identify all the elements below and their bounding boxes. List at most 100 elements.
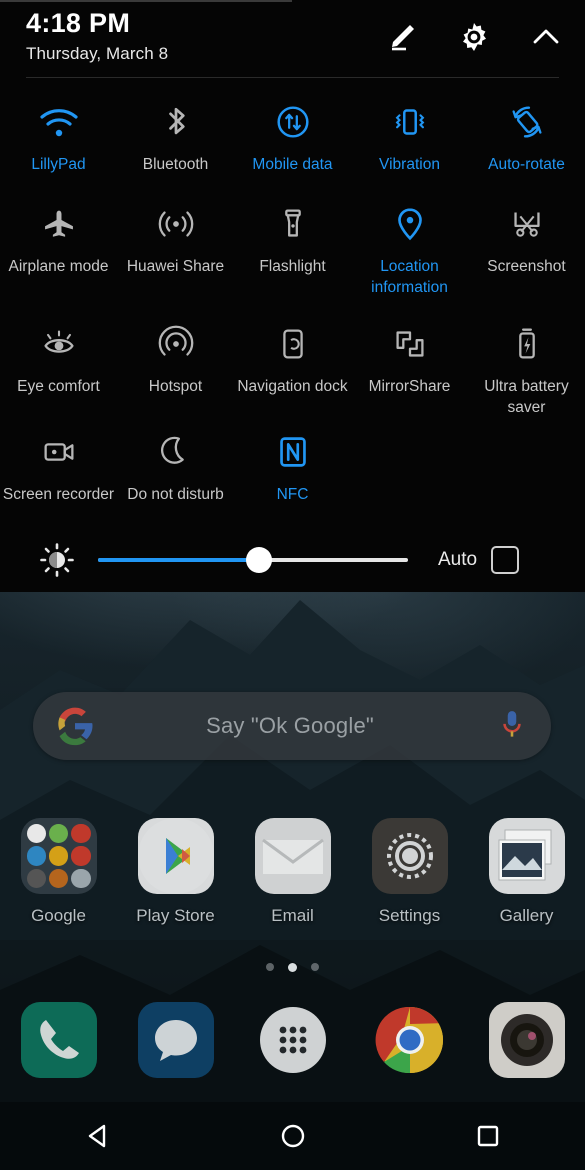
tile-label: Screenshot (487, 258, 566, 275)
screenshot-icon (506, 200, 548, 248)
tile-row: LillyPad Bluetooth Mobile data Vibration… (0, 92, 585, 194)
tile-row: Eye comfort Hotspot Navigation dock Mirr… (0, 314, 585, 422)
play-store-icon (137, 818, 214, 894)
tile-auto-rotate[interactable]: Auto-rotate (468, 92, 585, 194)
phone-screen: Say "Ok Google" Google Play Store Email … (0, 0, 585, 1170)
screen-recorder-icon (38, 428, 80, 476)
tile-eye-comfort[interactable]: Eye comfort (0, 314, 117, 422)
page-dot (266, 963, 274, 971)
bluetooth-icon (156, 98, 196, 146)
tile-huawei-share[interactable]: Huawei Share (117, 194, 234, 314)
google-search-bar[interactable]: Say "Ok Google" (33, 692, 551, 760)
tile-label: Huawei Share (126, 258, 225, 275)
navigation-bar (0, 1102, 585, 1170)
search-placeholder[interactable]: Say "Ok Google" (95, 713, 499, 739)
dock-item-chrome[interactable] (351, 1002, 468, 1078)
phone-icon (20, 1002, 97, 1078)
tile-label: Hotspot (148, 378, 203, 395)
tile-label: Auto-rotate (488, 156, 565, 173)
header-divider (26, 77, 559, 78)
app-icon-settings[interactable]: Settings (351, 818, 468, 926)
app-label: Play Store (136, 906, 215, 925)
navigation-dock-icon (272, 320, 314, 368)
brightness-row: Auto (0, 532, 585, 588)
tile-ultra-battery-saver[interactable]: Ultra battery saver (468, 314, 585, 422)
tile-screenshot[interactable]: Screenshot (468, 194, 585, 314)
page-dot-active (288, 963, 297, 972)
dock-item-phone[interactable] (0, 1002, 117, 1078)
tile-row: Screen recorder Do not disturb NFC (0, 422, 585, 530)
tile-nfc[interactable]: NFC (234, 422, 351, 530)
tile-label: Screen recorder (2, 486, 115, 503)
tile-location-information[interactable]: Location information (351, 194, 468, 314)
status-time: 4:18 PM (26, 8, 131, 38)
clock-block: 4:18 PM Thursday, March 8 (26, 8, 168, 64)
app-icon-gallery[interactable]: Gallery (468, 818, 585, 926)
auto-brightness-toggle[interactable]: Auto (438, 546, 520, 574)
tile-screen-recorder[interactable]: Screen recorder (0, 422, 117, 530)
messages-icon (137, 1002, 214, 1078)
page-indicator (0, 963, 585, 972)
tile-label: Do not disturb (127, 486, 224, 503)
auto-brightness-checkbox[interactable] (491, 546, 520, 574)
brightness-slider[interactable] (98, 547, 408, 573)
tile-label: NFC (276, 486, 309, 503)
home-circle-icon (281, 1124, 304, 1148)
wifi-icon (37, 98, 81, 146)
chevron-up-icon[interactable] (529, 20, 563, 54)
tile-hotspot[interactable]: Hotspot (117, 314, 234, 422)
header-actions (385, 20, 563, 54)
tile-flashlight[interactable]: Flashlight (234, 194, 351, 314)
app-label: Gallery (499, 906, 554, 925)
tile-do-not-disturb[interactable]: Do not disturb (117, 422, 234, 530)
app-icon-email[interactable]: Email (234, 818, 351, 926)
slider-fill (98, 558, 260, 562)
dock-item-camera[interactable] (468, 1002, 585, 1078)
app-icon-play-store[interactable]: Play Store (117, 818, 234, 926)
dock-item-app-drawer[interactable] (234, 1002, 351, 1078)
chrome-icon (372, 1002, 448, 1078)
tile-empty (468, 422, 585, 530)
slider-thumb[interactable] (246, 547, 273, 573)
location-pin-icon (389, 200, 431, 248)
quick-settings-header: 4:18 PM Thursday, March 8 (0, 0, 585, 78)
battery-saver-icon (506, 320, 548, 368)
tile-mirrorshare[interactable]: MirrorShare (351, 314, 468, 422)
tile-label: Vibration (379, 156, 440, 173)
quick-settings-panel: 4:18 PM Thursday, March 8 LillyPad Bluet… (0, 0, 585, 592)
auto-rotate-icon (506, 98, 548, 146)
tile-bluetooth[interactable]: Bluetooth (117, 92, 234, 194)
camera-icon (488, 1002, 565, 1078)
google-g-icon (55, 706, 95, 746)
tile-label: Flashlight (259, 258, 326, 275)
tile-label: Mobile data (252, 156, 333, 173)
eye-comfort-icon (38, 320, 80, 368)
edit-icon[interactable] (385, 20, 419, 54)
app-label: Google (31, 906, 86, 925)
mobile-data-icon (272, 98, 314, 146)
recents-button[interactable] (390, 1102, 585, 1170)
microphone-icon[interactable] (499, 709, 525, 743)
gallery-icon (488, 818, 565, 894)
tile-label: Location information (371, 258, 448, 296)
back-triangle-icon (88, 1124, 105, 1148)
nfc-icon (272, 428, 314, 476)
tile-label: Bluetooth (142, 156, 209, 173)
tile-airplane-mode[interactable]: Airplane mode (0, 194, 117, 314)
tile-mobile-data[interactable]: Mobile data (234, 92, 351, 194)
app-icon-google[interactable]: Google (0, 818, 117, 926)
tile-lillypad[interactable]: LillyPad (0, 92, 117, 194)
home-button[interactable] (195, 1102, 390, 1170)
tile-empty (351, 422, 468, 530)
dock-item-messages[interactable] (117, 1002, 234, 1078)
google-folder-icon (20, 818, 97, 894)
back-button[interactable] (0, 1102, 195, 1170)
gear-icon[interactable] (457, 20, 491, 54)
tile-label: Airplane mode (8, 258, 109, 275)
dock (0, 1002, 585, 1078)
tile-label: Navigation dock (237, 378, 348, 395)
tile-vibration[interactable]: Vibration (351, 92, 468, 194)
app-label: Email (271, 906, 314, 925)
status-date: Thursday, March 8 (26, 44, 169, 63)
tile-navigation-dock[interactable]: Navigation dock (234, 314, 351, 422)
